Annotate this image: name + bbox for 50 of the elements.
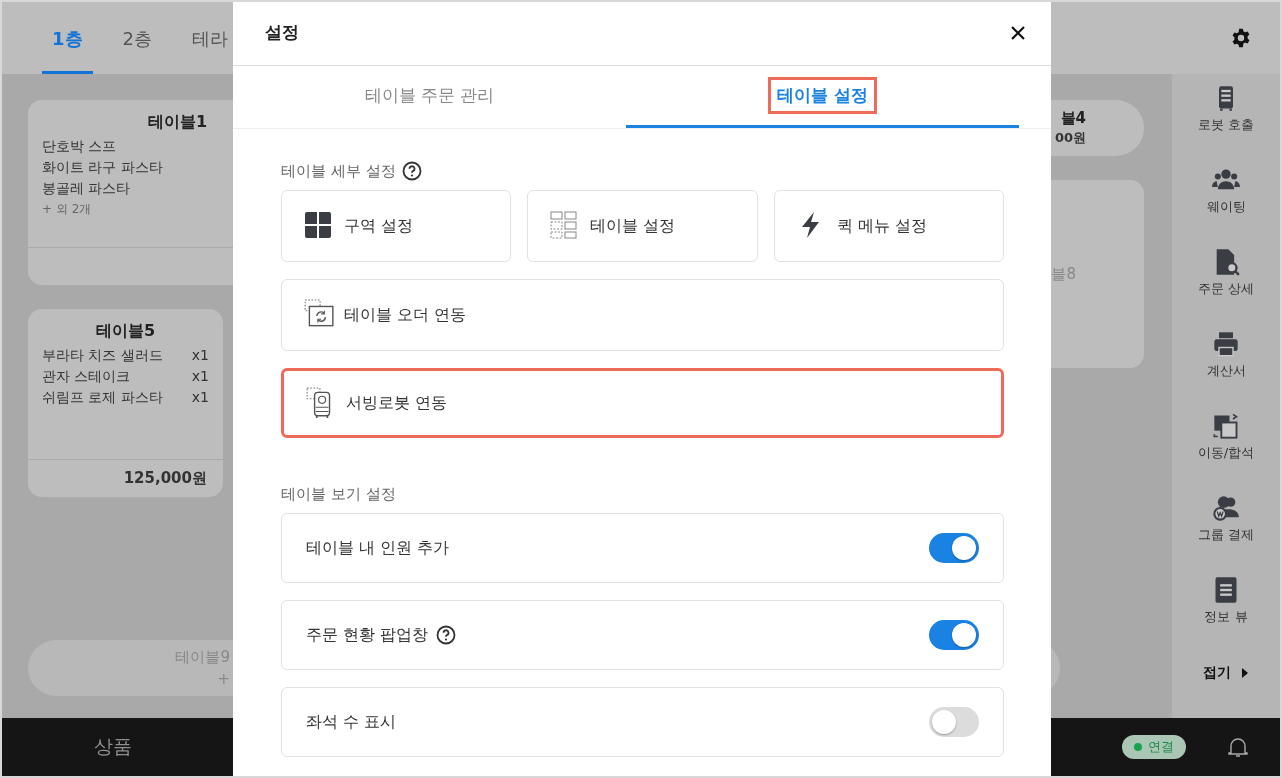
table-name: 테이블1 xyxy=(147,112,209,133)
menu-item: 쉬림프 로제 파스타 xyxy=(42,389,163,407)
toggle-switch[interactable] xyxy=(929,620,979,650)
quantity: x1 xyxy=(191,368,209,386)
toggle-switch[interactable] xyxy=(929,533,979,563)
setting-label: 좌석 수 표시 xyxy=(306,711,397,733)
sidebar-button[interactable]: 계산서 xyxy=(1206,362,1246,380)
floor-tab[interactable]: 2층 xyxy=(112,2,162,74)
sidebar-button[interactable]: 주문 상세 xyxy=(1197,280,1255,298)
quantity: x1 xyxy=(191,347,209,365)
settings-row[interactable]: 서빙로봇 연동 xyxy=(281,368,1004,438)
help-icon xyxy=(401,161,422,181)
menu-item: 부라타 치즈 샐러드 xyxy=(42,347,163,365)
sidebar-button[interactable]: 로봇 호출 xyxy=(1197,116,1255,134)
sidebar-button[interactable]: 웨이팅 xyxy=(1206,198,1246,216)
section-title: 테이블 보기 설정 xyxy=(281,485,396,504)
table-card[interactable]: 테이블5 부라타 치즈 샐러드 x1 관자 스테이크 x1 쉬림프 로제 파스타 x1 125,000원 xyxy=(28,309,223,497)
squares-arrows-icon xyxy=(1212,412,1240,440)
menu-item: 화이트 라구 파스타 xyxy=(42,159,163,177)
sidebar-button[interactable]: 그룹 결제 xyxy=(1197,526,1255,544)
settings-tile[interactable]: 구역 설정 xyxy=(281,190,512,262)
quantity: x1 xyxy=(191,389,209,407)
toggle-switch[interactable] xyxy=(929,707,979,737)
collapse-button[interactable]: 접기 xyxy=(1203,664,1231,682)
settings-icon xyxy=(1230,27,1252,49)
dialog-tab[interactable]: 테이블 설정 xyxy=(626,66,1019,128)
add-icon: + xyxy=(217,668,230,690)
dashed-grid-icon xyxy=(550,211,579,241)
sidebar-button[interactable]: 이동/합석 xyxy=(1197,444,1255,462)
grid-icon xyxy=(304,211,332,241)
dialog-title: 설정 xyxy=(265,21,299,44)
settings-row[interactable]: 테이블 오더 연동 xyxy=(281,279,1004,351)
total-price: 125,000원 xyxy=(123,469,207,488)
settings-tile[interactable]: 테이블 설정 xyxy=(527,190,758,262)
people-coin-icon xyxy=(1212,494,1240,522)
bell-icon xyxy=(1226,735,1250,759)
settings-tile[interactable]: 퀵 메뉴 설정 xyxy=(773,190,1004,262)
printer-icon xyxy=(1212,330,1240,358)
menu-item: 관자 스테이크 xyxy=(42,368,131,386)
products-tab[interactable]: 상품 xyxy=(94,734,132,760)
table-name: 블4 xyxy=(1060,108,1086,128)
total-price: 00원 xyxy=(1054,129,1086,147)
connection-status: 연결 xyxy=(1122,735,1186,759)
table-name: 테이블5 xyxy=(94,321,157,342)
caret-icon xyxy=(1241,667,1249,679)
menu-item: 봉골레 파스타 xyxy=(42,180,131,198)
menu-item: 단호박 스프 xyxy=(42,138,117,156)
more-items: + 외 2개 xyxy=(42,201,93,218)
sidebar-button[interactable]: 정보 뷰 xyxy=(1204,608,1248,626)
setting-label: 테이블 내 인원 추가 xyxy=(306,537,450,559)
